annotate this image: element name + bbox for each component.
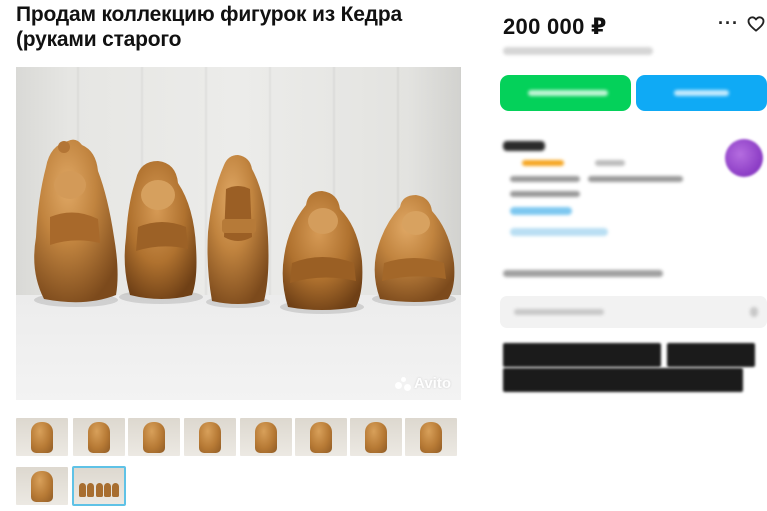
more-icon[interactable]: ··· [718, 13, 739, 34]
thumbnail[interactable] [240, 418, 292, 456]
message-placeholder-blurred [514, 309, 604, 315]
price-note-blurred [503, 47, 653, 55]
thumbnail[interactable] [128, 418, 180, 456]
message-button-label-blurred [674, 90, 729, 96]
main-photo[interactable]: Avito [16, 67, 461, 400]
listing-title: Продам коллекцию фигурок из Кедра (рукам… [16, 3, 402, 51]
figurine-1 [34, 139, 118, 307]
seller-info-blurred [510, 176, 580, 182]
thumbnail[interactable] [405, 418, 457, 456]
quick-reply-blurred[interactable] [503, 368, 743, 392]
call-button-label-blurred [528, 90, 608, 96]
thumbnail[interactable] [184, 418, 236, 456]
contact-hint-blurred [503, 270, 663, 277]
quick-reply-blurred[interactable] [667, 343, 755, 367]
seller-name-blurred[interactable] [503, 141, 545, 151]
seller-link-blurred[interactable] [510, 228, 608, 236]
avito-watermark: Avito [395, 375, 451, 392]
thumbnail[interactable] [295, 418, 347, 456]
send-icon[interactable] [750, 307, 758, 317]
figurines-illustration [34, 139, 456, 314]
thumbnail-selected[interactable] [72, 466, 126, 506]
seller-info-blurred [588, 176, 683, 182]
watermark-text: Avito [414, 375, 451, 392]
figurine-3 [206, 155, 270, 308]
thumbnail[interactable] [16, 467, 68, 505]
seller-link-blurred[interactable] [510, 207, 572, 215]
call-button[interactable] [500, 75, 631, 111]
avatar[interactable] [725, 139, 763, 177]
avito-logo-icon [395, 376, 412, 391]
message-button[interactable] [636, 75, 767, 111]
thumbnail[interactable] [350, 418, 402, 456]
message-field[interactable] [500, 296, 767, 328]
seller-reviews-blurred [595, 160, 625, 166]
figurine-2 [119, 161, 203, 304]
figurine-4 [280, 191, 364, 314]
seller-rating-blurred [522, 160, 564, 166]
figurine-5 [372, 195, 456, 306]
thumbnail[interactable] [16, 418, 68, 456]
heart-icon[interactable] [746, 14, 766, 34]
listing-price: 200 000 ₽ [503, 14, 607, 39]
thumbnail[interactable] [73, 418, 125, 456]
quick-reply-blurred[interactable] [503, 343, 661, 367]
listing-page: Продам коллекцию фигурок из Кедра (рукам… [0, 0, 767, 511]
seller-info-blurred [510, 191, 580, 197]
